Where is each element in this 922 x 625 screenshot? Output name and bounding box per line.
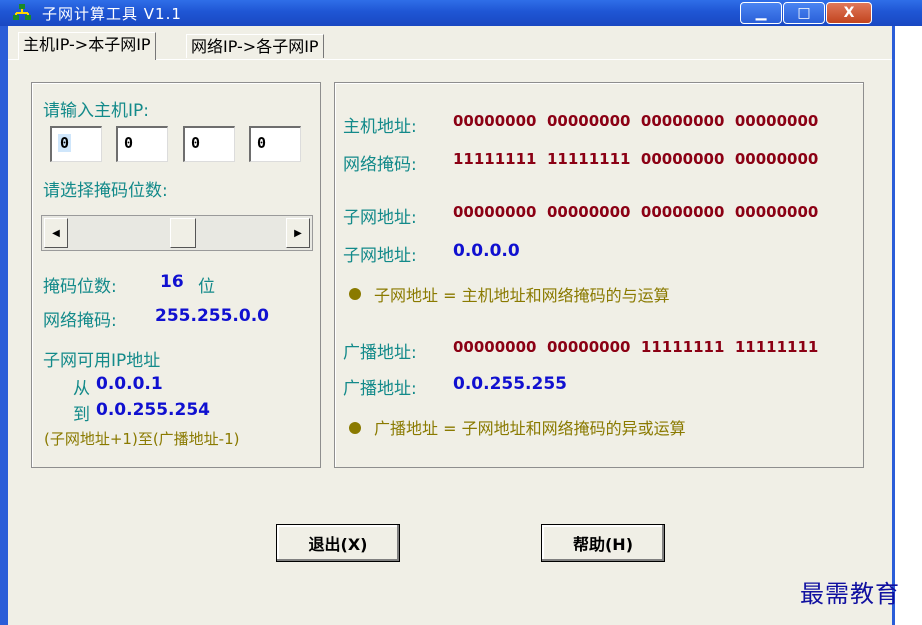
range-note: (子网地址+1)至(广播地址-1) [44,430,240,448]
netmask-bin-label: 网络掩码: [343,155,417,175]
ip-octet-1-input[interactable]: 0 [50,126,102,162]
slider-thumb[interactable] [170,218,196,248]
broadcast-bin-label: 广播地址: [343,343,417,363]
host-addr-binary: 00000000 00000000 00000000 00000000 [453,112,819,130]
window-right-border [892,26,895,625]
subnet-dec-value: 0.0.0.0 [453,241,520,261]
close-button[interactable]: X [826,2,872,24]
network-icon [13,4,31,20]
help-button[interactable]: 帮助(H) [541,524,665,562]
bullet-icon [349,422,361,434]
usable-ip-title: 子网可用IP地址 [43,351,161,371]
netmask-value: 255.255.0.0 [155,306,270,326]
tab-network-ip[interactable]: 网络IP->各子网IP [186,34,324,58]
app-window: 子网计算工具 V1.1 ▁ □ X 主机IP->本子网IP 网络IP->各子网I… [0,0,922,625]
to-ip-value: 0.0.255.254 [96,400,211,420]
broadcast-note: 广播地址 = 子网地址和网络掩码的异或运算 [374,419,686,438]
mask-bits-slider[interactable]: ◀ ▶ [41,215,313,251]
to-label: 到 [73,405,90,425]
ip-octet-2-input[interactable]: 0 [116,126,168,162]
host-addr-label: 主机地址: [343,117,417,137]
broadcast-binary: 00000000 00000000 11111111 11111111 [453,338,819,356]
bullet-icon [349,288,361,300]
host-ip-label: 请输入主机IP: [43,101,149,121]
exit-button[interactable]: 退出(X) [276,524,400,562]
netmask-binary: 11111111 11111111 00000000 00000000 [453,150,819,168]
mask-select-label: 请选择掩码位数: [43,181,168,201]
broadcast-dec-label: 广播地址: [343,379,417,399]
client-area: 主机IP->本子网IP 网络IP->各子网IP 请输入主机IP: 0 0 0 0… [8,26,892,625]
from-label: 从 [73,379,90,399]
subnet-note: 子网地址 = 主机地址和网络掩码的与运算 [374,286,670,305]
mask-bits-unit: 位 [198,277,215,297]
subnet-dec-label: 子网地址: [343,246,417,266]
ip-octet-3-input[interactable]: 0 [183,126,235,162]
window-title: 子网计算工具 V1.1 [42,5,182,23]
outer-background [892,26,922,625]
minimize-button[interactable]: ▁ [740,2,782,24]
mask-bits-label: 掩码位数: [43,277,117,297]
broadcast-dec-value: 0.0.255.255 [453,374,568,394]
tab-host-ip[interactable]: 主机IP->本子网IP [18,32,156,60]
slider-right-arrow-icon[interactable]: ▶ [286,218,310,248]
ip-octet-1-value: 0 [58,134,72,152]
netmask-label: 网络掩码: [43,311,117,331]
title-bar[interactable]: 子网计算工具 V1.1 ▁ □ X [0,0,922,26]
slider-left-arrow-icon[interactable]: ◀ [44,218,68,248]
mask-bits-value: 16 [160,272,184,292]
subnet-binary: 00000000 00000000 00000000 00000000 [453,203,819,221]
ip-octet-4-input[interactable]: 0 [249,126,301,162]
watermark-text: 最需教育 [800,580,900,608]
maximize-button[interactable]: □ [783,2,825,24]
from-ip-value: 0.0.0.1 [96,374,163,394]
result-panel [334,82,864,468]
subnet-bin-label: 子网地址: [343,208,417,228]
